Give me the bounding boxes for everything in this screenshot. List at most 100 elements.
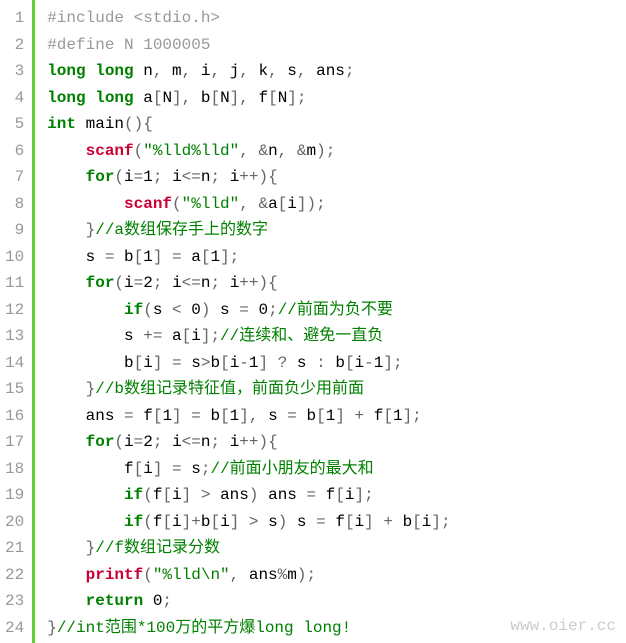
code-line: }//int范围*100万的平方爆long long! xyxy=(47,615,626,642)
token-txt: m xyxy=(287,566,297,584)
token-txt: n xyxy=(134,62,153,80)
line-number: 14 xyxy=(5,350,24,377)
token-txt: i xyxy=(230,354,240,372)
code-line: if(f[i]+b[i] > s) s = f[i] + b[i]; xyxy=(47,509,626,536)
token-pun: = xyxy=(316,513,326,531)
token-pun: ); xyxy=(297,566,316,584)
token-pun: = xyxy=(239,301,249,319)
line-number: 7 xyxy=(5,164,24,191)
token-pun: ] + xyxy=(364,513,402,531)
token-txt: b xyxy=(114,248,133,266)
token-pun: [ xyxy=(153,89,163,107)
token-pun: ], xyxy=(239,407,268,425)
token-txt: i xyxy=(162,433,181,451)
code-line: }//b数组记录特征值，前面负少用前面 xyxy=(47,376,626,403)
token-txt: i xyxy=(162,274,181,292)
token-pun: [ xyxy=(220,354,230,372)
token-pun: ; xyxy=(162,592,172,610)
token-pun: - xyxy=(239,354,249,372)
token-txt: ans xyxy=(220,486,249,504)
token-pun: ]; xyxy=(287,89,306,107)
token-pun: ( xyxy=(143,513,153,531)
token-cmt: //b数组记录特征值，前面负少用前面 xyxy=(95,380,364,398)
token-txt: main xyxy=(76,115,124,133)
token-pun: ]); xyxy=(297,195,326,213)
token-txt: i xyxy=(355,513,365,531)
token-pun: [ xyxy=(162,513,172,531)
token-pun: <= xyxy=(182,274,201,292)
line-number: 1 xyxy=(5,5,24,32)
token-pp: #define N 1000005 xyxy=(47,36,210,54)
token-txt: k xyxy=(249,62,268,80)
token-kw: long xyxy=(47,89,85,107)
token-pun: [ xyxy=(162,486,172,504)
token-txt: s xyxy=(268,407,287,425)
token-pun: ]; xyxy=(431,513,450,531)
token-txt: i xyxy=(355,354,365,372)
line-number: 24 xyxy=(5,615,24,642)
token-pun: , xyxy=(268,62,278,80)
token-pun: [ xyxy=(210,89,220,107)
token-fn: printf xyxy=(86,566,144,584)
token-pun: [ xyxy=(345,513,355,531)
token-txt xyxy=(86,89,96,107)
token-kw: return xyxy=(86,592,144,610)
token-pun: ++){ xyxy=(239,433,277,451)
token-txt: b xyxy=(335,354,345,372)
token-pun: ] = xyxy=(172,407,210,425)
token-pun: ); xyxy=(316,142,335,160)
token-txt: i xyxy=(287,195,297,213)
token-txt: b xyxy=(210,407,220,425)
token-pun: [ xyxy=(316,407,326,425)
token-kw: long xyxy=(95,89,133,107)
token-pun: : xyxy=(316,354,335,372)
token-txt: a xyxy=(162,327,181,345)
token-txt: 1 xyxy=(143,168,153,186)
token-txt: 1 xyxy=(162,407,172,425)
line-number: 8 xyxy=(5,191,24,218)
token-pun: ] > xyxy=(230,513,268,531)
code-line: scanf("%lld", &a[i]); xyxy=(47,191,626,218)
token-pun: } xyxy=(86,539,96,557)
code-block: 123456789101112131415161718192021222324 … xyxy=(0,0,626,643)
token-txt: i xyxy=(220,168,239,186)
token-txt: i xyxy=(191,62,210,80)
token-txt: 0 xyxy=(182,301,201,319)
token-pun: } xyxy=(47,619,57,637)
token-pun: , & xyxy=(278,142,307,160)
token-pun: <= xyxy=(182,168,201,186)
line-number-gutter: 123456789101112131415161718192021222324 xyxy=(0,0,35,643)
line-number: 19 xyxy=(5,482,24,509)
code-line: if(f[i] > ans) ans = f[i]; xyxy=(47,482,626,509)
token-pun: ] + xyxy=(335,407,373,425)
token-pun: = xyxy=(134,168,144,186)
token-txt: i xyxy=(422,513,432,531)
token-txt: f xyxy=(153,513,163,531)
token-pun: = xyxy=(287,407,297,425)
token-pun: , xyxy=(153,62,163,80)
token-pun: [ xyxy=(345,354,355,372)
token-pun: ] = xyxy=(153,460,191,478)
token-txt: f xyxy=(316,486,335,504)
token-txt: i xyxy=(143,354,153,372)
token-pun: ], xyxy=(230,89,249,107)
token-cmt: //a数组保存手上的数字 xyxy=(95,221,268,239)
token-pun: ; xyxy=(268,301,278,319)
token-txt: f xyxy=(249,89,268,107)
token-pun: , xyxy=(239,62,249,80)
line-number: 12 xyxy=(5,297,24,324)
token-pun: ; xyxy=(210,274,220,292)
token-pun: ]; xyxy=(403,407,422,425)
line-number: 13 xyxy=(5,323,24,350)
token-pun: ) xyxy=(278,513,288,531)
token-txt: 1 xyxy=(249,354,259,372)
token-cmt: //int范围*100万的平方爆long long! xyxy=(57,619,351,637)
token-pun: = xyxy=(105,248,115,266)
token-pun: , & xyxy=(239,195,268,213)
token-txt: s xyxy=(268,513,278,531)
token-pun: ++){ xyxy=(239,168,277,186)
token-txt: s xyxy=(191,460,201,478)
token-pun: ( xyxy=(114,168,124,186)
token-pun: ]; xyxy=(355,486,374,504)
line-number: 2 xyxy=(5,32,24,59)
